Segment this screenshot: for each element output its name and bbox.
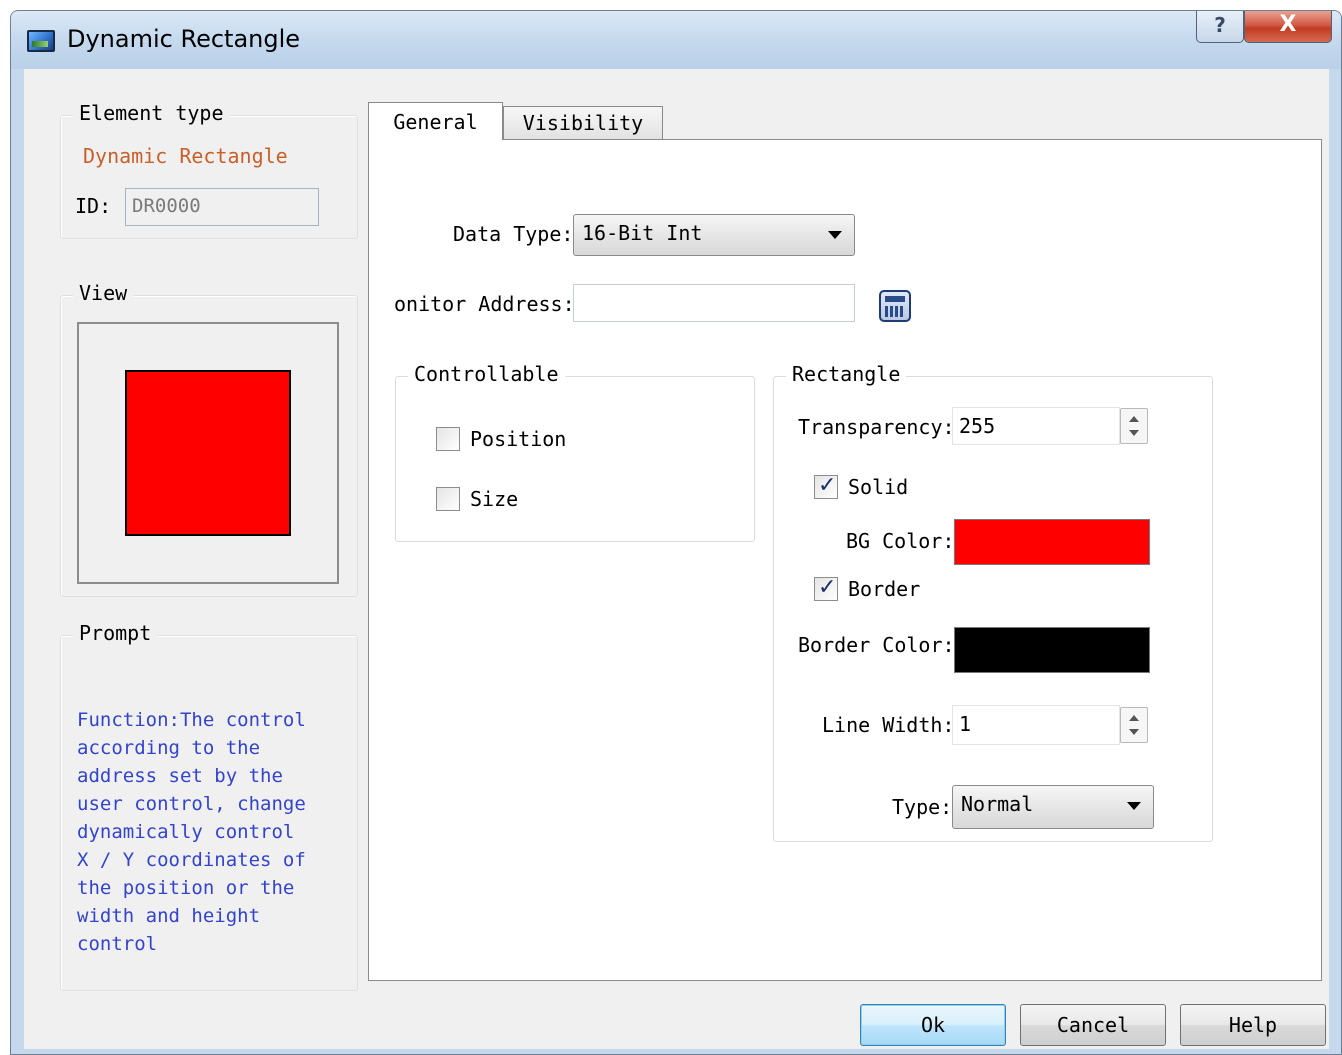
dialog-client-area: Element type Dynamic Rectangle ID: DR000… [24, 69, 1329, 1049]
element-type-group: Element type Dynamic Rectangle ID: DR000… [60, 101, 358, 239]
transparency-spinner[interactable] [1120, 408, 1148, 444]
window-title: Dynamic Rectangle [67, 25, 301, 53]
data-type-value: 16-Bit Int [582, 221, 703, 245]
solid-checkbox[interactable] [814, 473, 838, 499]
size-label: Size [470, 487, 519, 511]
view-group: View [60, 281, 358, 597]
solid-label: Solid [848, 475, 909, 499]
transparency-label: Transparency: [798, 415, 955, 439]
bg-color-label: BG Color: [846, 529, 955, 553]
line-width-spinner[interactable] [1120, 707, 1148, 743]
controllable-group: Controllable Position Size [395, 362, 755, 542]
general-tab-panel: Data Type: 16-Bit Int onitor Address: Co… [368, 139, 1322, 981]
view-group-label: View [73, 281, 134, 305]
id-label: ID: [75, 194, 112, 218]
border-color-swatch[interactable] [954, 627, 1150, 673]
tab-visibility[interactable]: Visibility [503, 106, 663, 139]
monitor-address-input[interactable] [573, 284, 855, 322]
type-value: Normal [961, 792, 1034, 816]
chevron-down-icon [828, 231, 842, 239]
prompt-group-label: Prompt [73, 621, 158, 645]
position-label: Position [470, 427, 567, 451]
app-window-icon [27, 30, 55, 52]
border-color-label: Border Color: [798, 633, 955, 657]
close-button[interactable]: X [1244, 11, 1332, 43]
id-field: DR0000 [125, 188, 319, 226]
spin-up-icon[interactable] [1129, 715, 1139, 721]
monitor-address-label: onitor Address: [394, 292, 575, 316]
controllable-group-label: Controllable [408, 362, 565, 386]
bg-color-swatch[interactable] [954, 519, 1150, 565]
line-width-label: Line Width: [822, 713, 955, 737]
rectangle-group: Rectangle Transparency: 255 Solid BG Col… [773, 362, 1213, 842]
close-icon: X [1279, 12, 1297, 37]
cancel-button[interactable]: Cancel [1020, 1004, 1166, 1046]
tab-general[interactable]: General [368, 102, 503, 140]
spin-down-icon[interactable] [1129, 729, 1139, 735]
prompt-text: Function:The control according to the ad… [77, 709, 306, 955]
help-button[interactable]: Help [1180, 1004, 1326, 1046]
line-width-input[interactable]: 1 [952, 705, 1120, 745]
border-checkbox[interactable] [814, 575, 838, 601]
question-mark-icon: ? [1214, 13, 1226, 37]
border-label: Border [848, 577, 921, 601]
dialog-window: Dynamic Rectangle ? X Element type Dynam… [10, 10, 1342, 1055]
data-type-label: Data Type: [453, 222, 574, 246]
data-type-select[interactable]: 16-Bit Int [573, 214, 855, 256]
chevron-down-icon [1127, 802, 1141, 810]
title-bar[interactable]: Dynamic Rectangle ? X [11, 11, 1341, 69]
spin-up-icon[interactable] [1129, 416, 1139, 422]
preview-rectangle [125, 370, 291, 536]
size-checkbox[interactable] [436, 487, 460, 511]
type-label: Type: [892, 795, 953, 819]
prompt-group: Prompt Function:The control according to… [60, 621, 358, 991]
type-select[interactable]: Normal [952, 785, 1154, 829]
transparency-input[interactable]: 255 [952, 407, 1120, 445]
position-checkbox[interactable] [436, 427, 460, 451]
element-type-group-label: Element type [73, 101, 230, 125]
preview-frame [77, 322, 339, 584]
ok-button[interactable]: Ok [860, 1004, 1006, 1046]
calculator-icon[interactable] [879, 290, 911, 322]
help-title-button[interactable]: ? [1196, 11, 1244, 43]
rectangle-group-label: Rectangle [786, 362, 907, 386]
spin-down-icon[interactable] [1129, 430, 1139, 436]
element-type-name: Dynamic Rectangle [83, 144, 288, 168]
